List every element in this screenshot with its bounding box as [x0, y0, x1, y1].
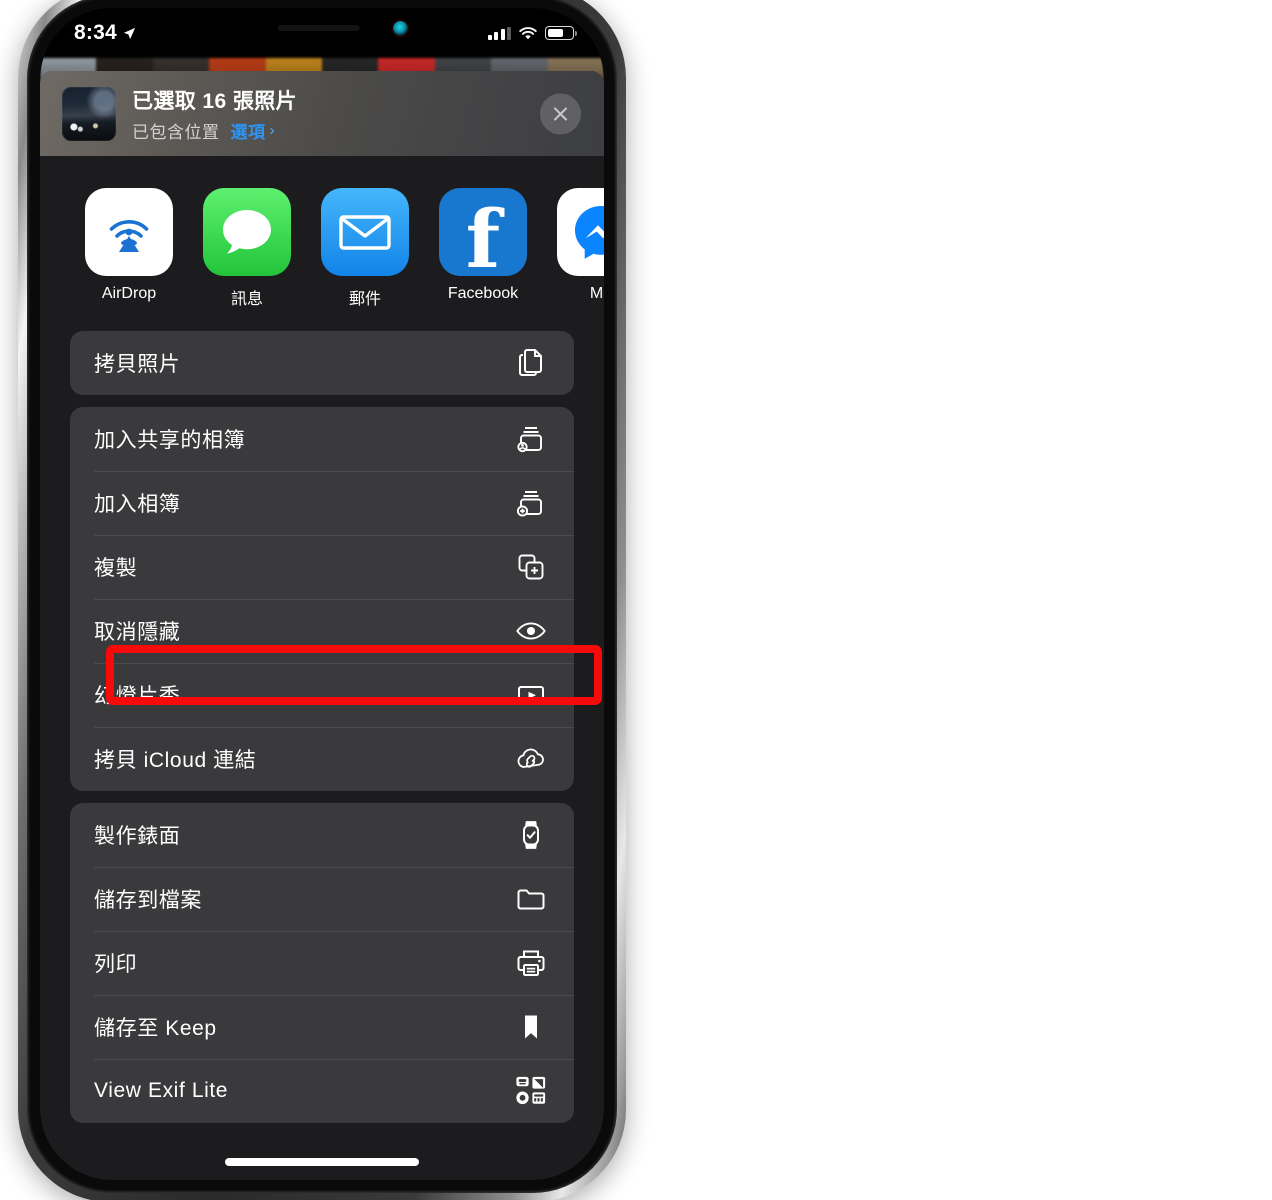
action-label: 取消隱藏	[94, 621, 181, 644]
action-row-unhide[interactable]: 取消隱藏	[70, 599, 574, 663]
selected-photo-thumbnail[interactable]	[62, 86, 116, 141]
action-row-add-to-shared-album[interactable]: 加入共享的相簿	[70, 407, 574, 471]
action-label: 列印	[94, 953, 138, 976]
exif-grid-icon	[514, 1074, 548, 1108]
mail-icon	[321, 188, 409, 276]
share-target-label: 訊息	[230, 291, 263, 308]
share-targets-row: AirDrop 訊息 郵件 f Facebook M	[40, 156, 604, 317]
add-to-album-icon	[514, 486, 548, 520]
status-bar-left: 8:34	[74, 15, 137, 45]
action-row-copy-icloud-link[interactable]: 拷貝 iCloud 連結	[70, 727, 574, 791]
action-label: 加入共享的相簿	[94, 429, 246, 452]
close-icon	[553, 106, 568, 121]
status-bar: 8:34	[40, 8, 604, 52]
action-row-slideshow[interactable]: 幻燈片秀	[70, 663, 574, 727]
action-row-create-watch-face[interactable]: 製作錶面	[70, 803, 574, 867]
screenshot-stage: 8:34 已選取 16 張照片 已包含位置 選項 › AirDrop 訊息 郵件…	[0, 0, 1272, 1200]
status-bar-right	[487, 20, 577, 41]
action-row-view-exif-lite[interactable]: View Exif Lite	[70, 1059, 574, 1123]
messages-icon	[203, 188, 291, 276]
icloud-link-icon	[514, 742, 548, 776]
share-sheet-header-text: 已選取 16 張照片 已包含位置 選項 ›	[132, 85, 297, 143]
action-list: 拷貝照片 加入共享的相簿 加入相簿 複製 取消隱藏 幻燈片秀 拷貝 iCloud…	[40, 317, 604, 1123]
phone-device-frame: 8:34 已選取 16 張照片 已包含位置 選項 › AirDrop 訊息 郵件…	[18, 0, 626, 1200]
add-to-shared-album-icon	[514, 422, 548, 456]
phone-screen: 8:34 已選取 16 張照片 已包含位置 選項 › AirDrop 訊息 郵件…	[40, 8, 604, 1180]
action-label: 拷貝 iCloud 連結	[94, 749, 257, 772]
airdrop-icon	[85, 188, 173, 276]
printer-icon	[514, 946, 548, 980]
share-sheet-header: 已選取 16 張照片 已包含位置 選項 ›	[40, 71, 604, 156]
action-label: 加入相簿	[94, 493, 181, 516]
copy-photos-icon	[514, 346, 548, 380]
location-included-label: 已包含位置	[132, 122, 220, 142]
action-label: 幻燈片秀	[94, 685, 181, 708]
action-row-copy-photos[interactable]: 拷貝照片	[70, 331, 574, 395]
action-label: 儲存到檔案	[94, 889, 202, 912]
share-target-messages[interactable]: 訊息	[188, 188, 306, 309]
action-row-add-to-album[interactable]: 加入相簿	[70, 471, 574, 535]
share-target-messenger[interactable]: Me	[542, 188, 604, 309]
messenger-icon	[557, 188, 604, 276]
options-button[interactable]: 選項	[231, 118, 266, 143]
selection-title: 已選取 16 張照片	[132, 89, 298, 113]
action-row-save-to-keep[interactable]: 儲存至 Keep	[70, 995, 574, 1059]
battery-icon	[545, 26, 577, 40]
chevron-right-icon: ›	[269, 121, 275, 139]
action-row-print[interactable]: 列印	[70, 931, 574, 995]
selection-subtitle-row: 已包含位置 選項 ›	[132, 118, 297, 143]
action-label: 製作錶面	[94, 825, 181, 848]
share-target-label: 郵件	[348, 291, 381, 308]
close-button[interactable]	[540, 93, 581, 134]
duplicate-icon	[514, 550, 548, 584]
share-sheet: 已選取 16 張照片 已包含位置 選項 › AirDrop 訊息 郵件 f Fa…	[40, 71, 604, 1180]
bookmark-icon	[514, 1010, 548, 1044]
share-target-mail[interactable]: 郵件	[306, 188, 424, 309]
location-arrow-icon	[123, 27, 135, 39]
folder-icon	[514, 882, 548, 916]
share-target-airdrop[interactable]: AirDrop	[70, 188, 188, 309]
phone-screen-bezel: 8:34 已選取 16 張照片 已包含位置 選項 › AirDrop 訊息 郵件…	[40, 8, 604, 1180]
facebook-icon: f	[439, 188, 527, 276]
action-label: 儲存至 Keep	[94, 1017, 217, 1040]
action-group-3: 製作錶面 儲存到檔案 列印 儲存至 Keep View Exif Lite	[70, 803, 574, 1123]
play-slideshow-icon	[514, 678, 548, 712]
action-row-duplicate[interactable]: 複製	[70, 535, 574, 599]
share-target-facebook[interactable]: f Facebook	[424, 188, 542, 309]
watch-face-icon	[514, 818, 548, 852]
share-target-label: Facebook	[447, 285, 519, 302]
cellular-bars-icon	[487, 26, 511, 40]
share-target-label: AirDrop	[101, 285, 157, 302]
action-group-2: 加入共享的相簿 加入相簿 複製 取消隱藏 幻燈片秀 拷貝 iCloud 連結	[70, 407, 574, 791]
action-row-save-to-files[interactable]: 儲存到檔案	[70, 867, 574, 931]
action-label: 複製	[94, 557, 138, 580]
status-bar-clock: 8:34	[74, 21, 117, 44]
wifi-icon	[519, 26, 537, 39]
action-label: View Exif Lite	[94, 1079, 229, 1102]
share-target-label: Me	[589, 285, 604, 302]
home-indicator[interactable]	[225, 1158, 419, 1166]
action-label: 拷貝照片	[94, 353, 181, 376]
eye-icon	[514, 614, 548, 648]
action-group-1: 拷貝照片	[70, 331, 574, 395]
phone-inner-bezel: 8:34 已選取 16 張照片 已包含位置 選項 › AirDrop 訊息 郵件…	[27, 0, 617, 1193]
